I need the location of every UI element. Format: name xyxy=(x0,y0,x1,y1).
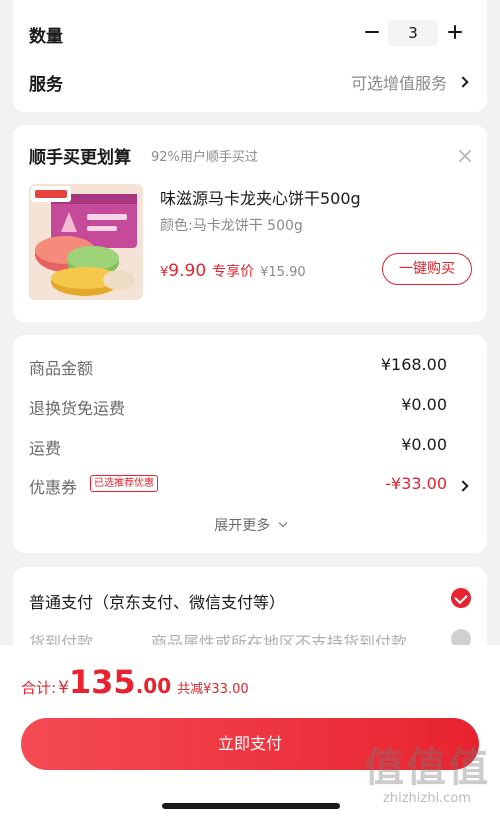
home-indicator[interactable] xyxy=(162,803,340,809)
quantity-input[interactable]: 3 xyxy=(388,20,438,46)
return-shipping-label: 退换货免运费 xyxy=(29,399,126,418)
total-label: 合计: xyxy=(21,679,57,697)
quantity-service-card: 数量 3 服务 可选增值服务 xyxy=(13,0,487,112)
product-variant: 颜色:马卡龙饼干 500g xyxy=(160,218,303,234)
macaron-box-illustration xyxy=(29,184,143,300)
one-click-buy-button[interactable]: 一键购买 xyxy=(382,253,472,285)
total-discount: 共减¥33.00 xyxy=(177,682,249,697)
product-price: 9.90 xyxy=(168,261,207,281)
goods-amount-value: ¥168.00 xyxy=(380,355,447,374)
expand-more-label: 展开更多 xyxy=(214,518,271,534)
return-shipping-value: ¥0.00 xyxy=(401,395,447,414)
price-tag: 专享价 xyxy=(212,264,255,280)
checkout-bar: 合计: ¥135.00 共减¥33.00 立即支付 值值值 zhizhizhi.co… xyxy=(0,645,500,821)
close-icon[interactable] xyxy=(458,149,472,163)
checkmark-icon[interactable] xyxy=(451,588,471,608)
minus-icon[interactable] xyxy=(363,22,383,42)
bundle-card: 顺手买更划算 92%用户顺手买过 味滋源马卡龙夹心饼干500g 颜色:马卡龙饼干… xyxy=(13,125,487,322)
service-label: 服务 xyxy=(29,75,63,95)
amounts-card: 商品金额 ¥168.00 退换货免运费 ¥0.00 运费 ¥0.00 优惠券 已… xyxy=(13,335,487,553)
shipping-value: ¥0.00 xyxy=(401,435,447,454)
expand-more-button[interactable]: 展开更多 xyxy=(13,515,487,535)
shipping-label: 运费 xyxy=(29,439,62,458)
original-price: ¥15.90 xyxy=(260,265,306,280)
pay-now-button[interactable]: 立即支付 xyxy=(21,718,479,770)
bundle-subtitle: 92%用户顺手买过 xyxy=(151,150,258,165)
product-image[interactable] xyxy=(29,184,143,300)
total-currency: ¥ xyxy=(58,678,69,698)
price-row: ¥9.90 专享价 ¥15.90 xyxy=(160,261,306,281)
chevron-down-icon xyxy=(278,518,287,528)
watermark-url: zhizhizhi.com xyxy=(383,791,471,806)
service-value[interactable]: 可选增值服务 xyxy=(351,70,447,94)
coupon-badge: 已选推荐优惠 xyxy=(90,475,158,492)
total-integer: 135 xyxy=(68,663,136,701)
chevron-right-icon[interactable] xyxy=(457,480,469,492)
coupon-label: 优惠券 xyxy=(29,478,78,497)
plus-icon[interactable] xyxy=(445,22,465,42)
order-total: 合计: ¥135.00 共减¥33.00 xyxy=(21,663,249,701)
coupon-value[interactable]: -¥33.00 xyxy=(385,474,447,493)
quantity-label: 数量 xyxy=(29,27,63,47)
product-name[interactable]: 味滋源马卡龙夹心饼干500g xyxy=(160,185,361,209)
bundle-title: 顺手买更划算 xyxy=(29,148,131,168)
goods-amount-label: 商品金额 xyxy=(29,359,94,378)
chevron-right-icon[interactable] xyxy=(457,76,469,88)
payment-option-normal[interactable]: 普通支付（京东支付、微信支付等） xyxy=(29,589,285,613)
total-decimal: .00 xyxy=(135,674,172,698)
